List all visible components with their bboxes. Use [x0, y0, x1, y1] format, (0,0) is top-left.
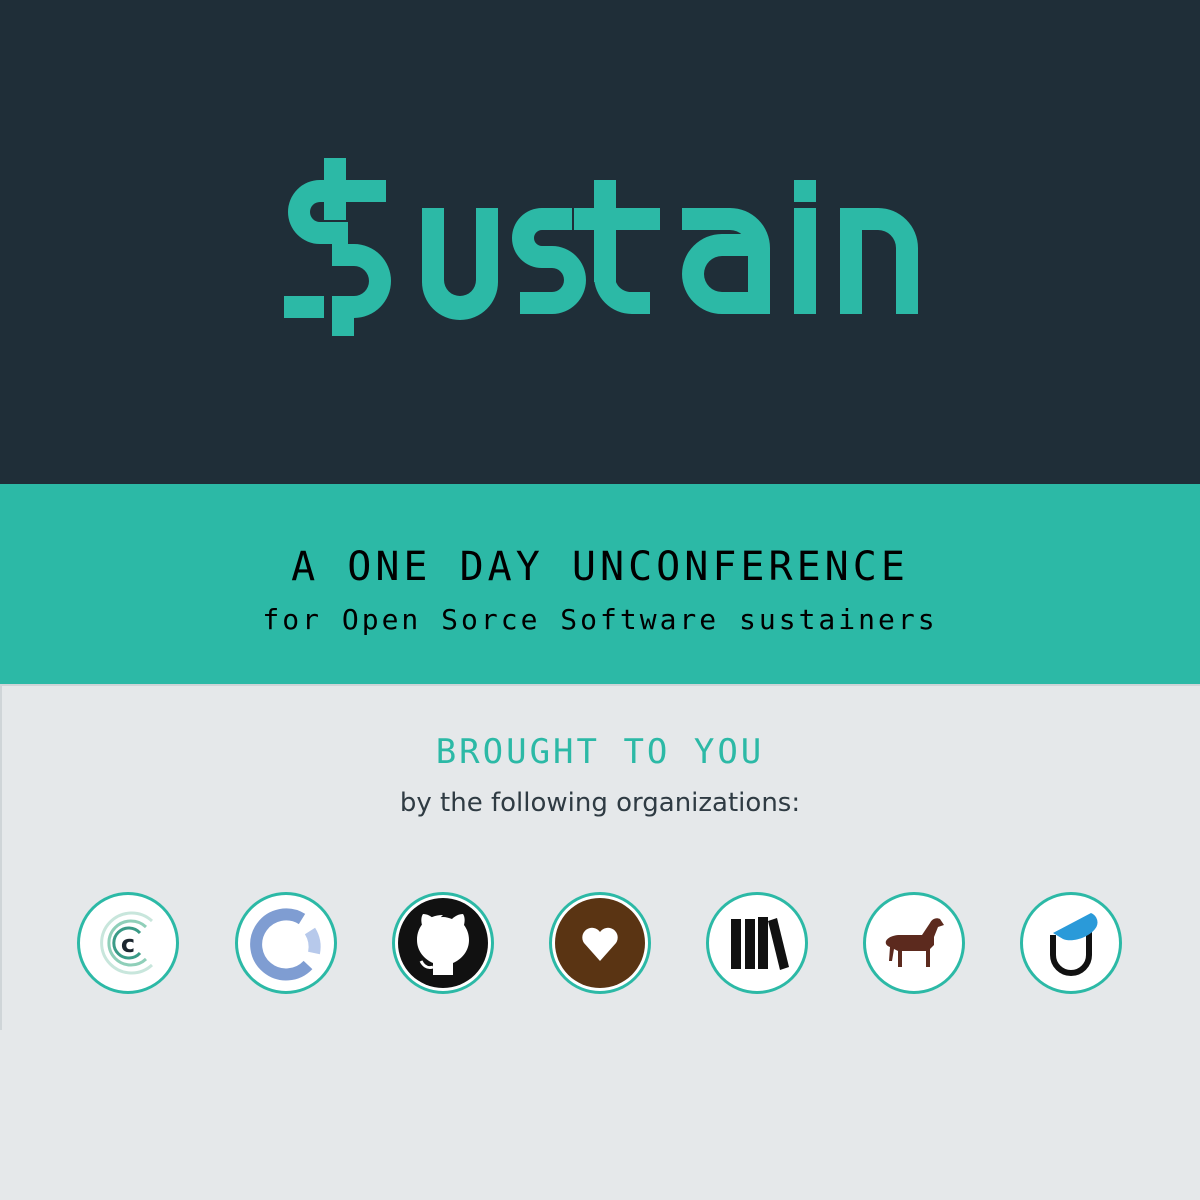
sponsor-github[interactable]: [392, 892, 494, 994]
heart-icon: [555, 898, 645, 988]
divider: [0, 684, 1200, 686]
sponsors-heading: BROUGHT TO YOU: [435, 732, 765, 772]
c-ring-icon: c: [100, 911, 154, 975]
sponsor-c-ring[interactable]: c: [77, 892, 179, 994]
sponsor-u-drop[interactable]: [1020, 892, 1122, 994]
sponsor-horse[interactable]: [863, 892, 965, 994]
band-subtitle: for Open Sorce Software sustainers: [262, 603, 938, 636]
sustain-logo: [284, 158, 918, 336]
sponsor-heart[interactable]: [549, 892, 651, 994]
github-octocat-icon: [398, 898, 488, 988]
hero-section: [0, 0, 1200, 484]
band-title: A ONE DAY UNCONFERENCE: [291, 544, 909, 590]
horse-icon: [885, 918, 944, 967]
sponsor-open-ring[interactable]: [235, 892, 337, 994]
u-drop-icon: [1050, 913, 1098, 976]
open-ring-icon: [250, 908, 321, 981]
sponsors-byline: by the following organizations:: [399, 788, 801, 818]
books-icon: [731, 917, 789, 970]
svg-text:c: c: [121, 930, 135, 958]
sponsor-books[interactable]: [706, 892, 808, 994]
